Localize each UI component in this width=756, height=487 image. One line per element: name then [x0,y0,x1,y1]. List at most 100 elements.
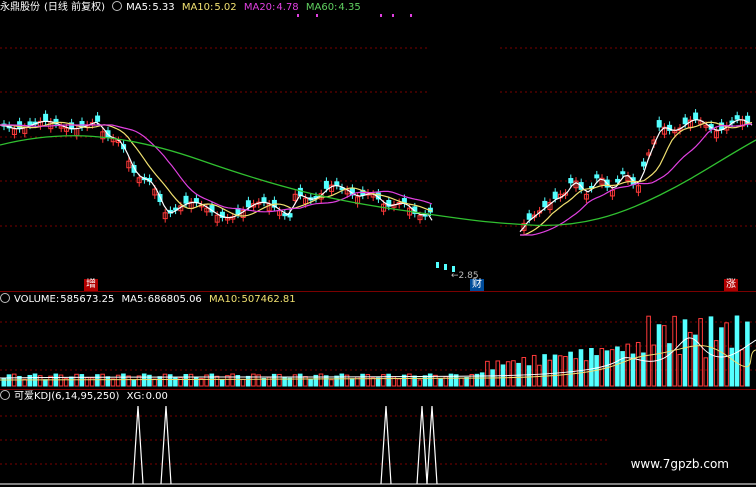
signal-marker [392,14,394,17]
candle-body [323,180,329,189]
volume-bar [651,344,657,387]
candle-body [552,191,558,199]
candle-body [183,195,189,204]
volume-bar [693,334,698,387]
volume-bar [542,354,547,387]
volume-bar [687,331,693,387]
volume-bar [69,376,74,387]
volume-bar [713,340,719,387]
volume-bar [511,360,516,387]
candle-body [261,197,267,203]
stock-name: 永鼎股份 [0,2,40,13]
volume-bar [537,364,542,387]
candle-body [526,213,532,220]
candle-body [656,120,662,128]
volume-bar [578,349,584,387]
panel-divider [0,291,756,292]
volume-bar [708,316,714,387]
volume-bar [615,346,620,387]
volume-bar [277,373,282,387]
volume-bar [656,324,662,387]
kdj-panel-header: 可爱KDJ(6,14,95,250) XG:0.00 [0,390,172,404]
volume-bar [27,374,33,387]
signal-marker [410,14,412,17]
chart-canvas[interactable] [0,0,756,487]
badge-cai[interactable]: 财 [470,279,484,291]
volume-bar [105,376,111,387]
volume-bar [396,378,402,387]
volume-bar [386,373,391,387]
ma10-label: MA10: [181,2,214,13]
volume-bar [178,377,183,387]
volume-bar [568,351,573,387]
volume-bar [739,349,745,387]
volume-bar [318,373,324,387]
volume-bar [412,375,417,387]
kdj-spike [160,405,172,485]
volume-bar [464,377,469,387]
volume-bar [495,360,501,387]
candle-body [444,264,447,270]
candle-body [436,262,439,268]
volume-bar [505,361,511,387]
volume-bar [43,379,48,387]
volume-bar [552,354,558,387]
candle-body [334,181,340,186]
volume-bar [1,377,7,387]
xg-value: 0.00 [145,391,168,402]
volume-bar [745,321,750,387]
kdj-toggle-icon[interactable] [0,390,10,400]
candle-body [734,115,740,120]
volume-bar [188,373,194,387]
volume-bar [89,377,95,387]
badge-zhang[interactable]: 涨 [724,279,738,291]
volume-bar [646,315,651,387]
stock-chart-window: 永鼎股份 (日线 前复权) MA5:5.33 MA10:5.02 MA20:4.7… [0,0,756,487]
volume-bar [251,373,256,387]
volume-bar [433,374,438,387]
volume-bar [589,348,594,387]
kdj-spike [380,405,392,485]
volume-bar [167,374,173,387]
volume-bar [573,358,579,387]
volume-toggle-icon[interactable] [0,293,10,303]
vol-ma10-value: 507462.81 [241,294,296,305]
volume-bar [349,378,355,387]
xg-label: XG: [126,391,145,402]
candle-body [615,178,621,183]
ma10-value: 5.02 [214,2,237,13]
price-panel-header: 永鼎股份 (日线 前复权) MA5:5.33 MA10:5.02 MA20:4.7… [0,1,365,15]
ma5-label: MA5: [126,2,152,13]
ma5-value: 5.33 [152,2,175,13]
volume-bar [209,373,215,387]
volume-bar [661,325,667,387]
candle-body [43,113,49,122]
volume-bar [334,375,339,387]
volume-title: VOLUME: [14,294,60,305]
kdj-title: 可爱KDJ(6,14,95,250) [14,391,120,402]
volume-bar [526,365,532,387]
indicator-toggle-icon[interactable] [112,1,123,11]
volume-value: 585673.25 [60,294,115,305]
volume-bar [131,379,137,387]
volume-bar [157,376,163,387]
volume-bar [563,355,568,387]
volume-bar [682,319,688,387]
volume-bar [297,373,303,387]
badge-zeng[interactable]: 增 [84,279,98,291]
ma60-label: MA60: [305,2,338,13]
volume-bar [266,376,272,387]
volume-bar [531,354,537,387]
kdj-spike [132,405,144,485]
volume-bar [620,351,625,387]
volume-bar [271,373,277,387]
volume-bar [407,373,412,387]
candle-body [682,117,688,125]
candle-body [568,178,574,184]
volume-bar [438,378,443,387]
volume-bar [459,377,464,387]
volume-bar [635,341,641,387]
candle-body [641,161,647,167]
signal-marker [380,14,382,17]
volume-bar [698,318,703,387]
